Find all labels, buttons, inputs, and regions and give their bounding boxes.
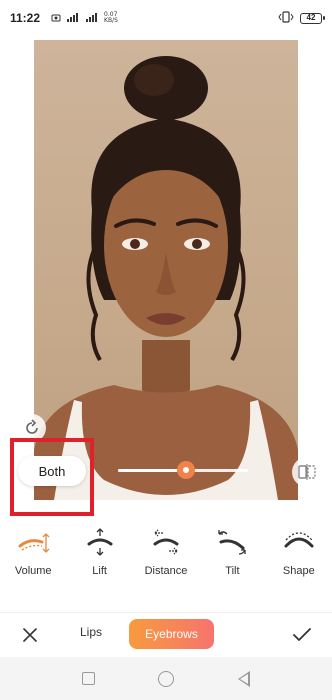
tool-label: Tilt <box>225 565 240 577</box>
portrait-illustration <box>34 56 298 500</box>
apply-button[interactable] <box>290 623 314 647</box>
tool-label: Distance <box>144 565 188 577</box>
camera-notification-icon <box>51 12 61 25</box>
intensity-slider[interactable] <box>118 461 248 479</box>
app-screen: 11:22 0.07 KB/S 42 Both Volume Lift Dist… <box>0 0 332 700</box>
signal-bars-icon <box>85 12 99 25</box>
tool-lift[interactable]: Lift <box>66 528 132 588</box>
highlight-box <box>10 438 94 516</box>
intensity-slider-thumb[interactable] <box>176 461 195 479</box>
battery-icon: 42 <box>300 12 325 24</box>
distance-icon <box>153 529 179 555</box>
tool-shape[interactable]: Shape <box>266 528 332 588</box>
status-time: 11:22 <box>10 11 41 25</box>
tool-label: Volume <box>14 565 52 577</box>
tool-label: Lift <box>92 565 107 577</box>
tilt-icon <box>218 530 247 555</box>
close-icon <box>23 628 37 642</box>
volume-icon <box>18 533 50 553</box>
checkmark-icon <box>293 628 311 641</box>
tab-lips[interactable]: Lips <box>80 625 102 639</box>
lift-icon <box>87 528 113 556</box>
portrait-photo <box>34 40 298 500</box>
network-speed-unit: KB/S <box>104 17 118 24</box>
shape-icon <box>284 532 314 548</box>
tool-label: Shape <box>282 565 315 577</box>
bottom-bar: Lips Eyebrows <box>0 613 332 657</box>
reset-icon <box>26 419 38 434</box>
tool-distance[interactable]: Distance <box>133 528 199 588</box>
status-right: 42 <box>278 10 325 26</box>
close-button[interactable] <box>18 623 42 647</box>
tool-volume[interactable]: Volume <box>0 528 66 588</box>
status-bar: 11:22 0.07 KB/S 42 <box>0 0 332 36</box>
system-nav-bar <box>0 657 332 700</box>
eyebrow-tools: Volume Lift Distance Tilt Shape <box>0 528 332 588</box>
back-button[interactable] <box>238 670 251 687</box>
compare-icon <box>298 464 316 480</box>
status-left: 11:22 0.07 KB/S <box>10 11 118 25</box>
home-button[interactable] <box>158 670 175 687</box>
vibrate-icon <box>278 10 294 26</box>
tool-tilt[interactable]: Tilt <box>199 528 265 588</box>
compare-button[interactable] <box>292 457 322 487</box>
network-speed: 0.07 KB/S <box>104 12 118 24</box>
signal-4g-icon <box>66 12 80 25</box>
tab-eyebrows[interactable]: Eyebrows <box>129 619 214 649</box>
recent-apps-button[interactable] <box>81 672 95 685</box>
intensity-slider-fill <box>118 469 186 472</box>
